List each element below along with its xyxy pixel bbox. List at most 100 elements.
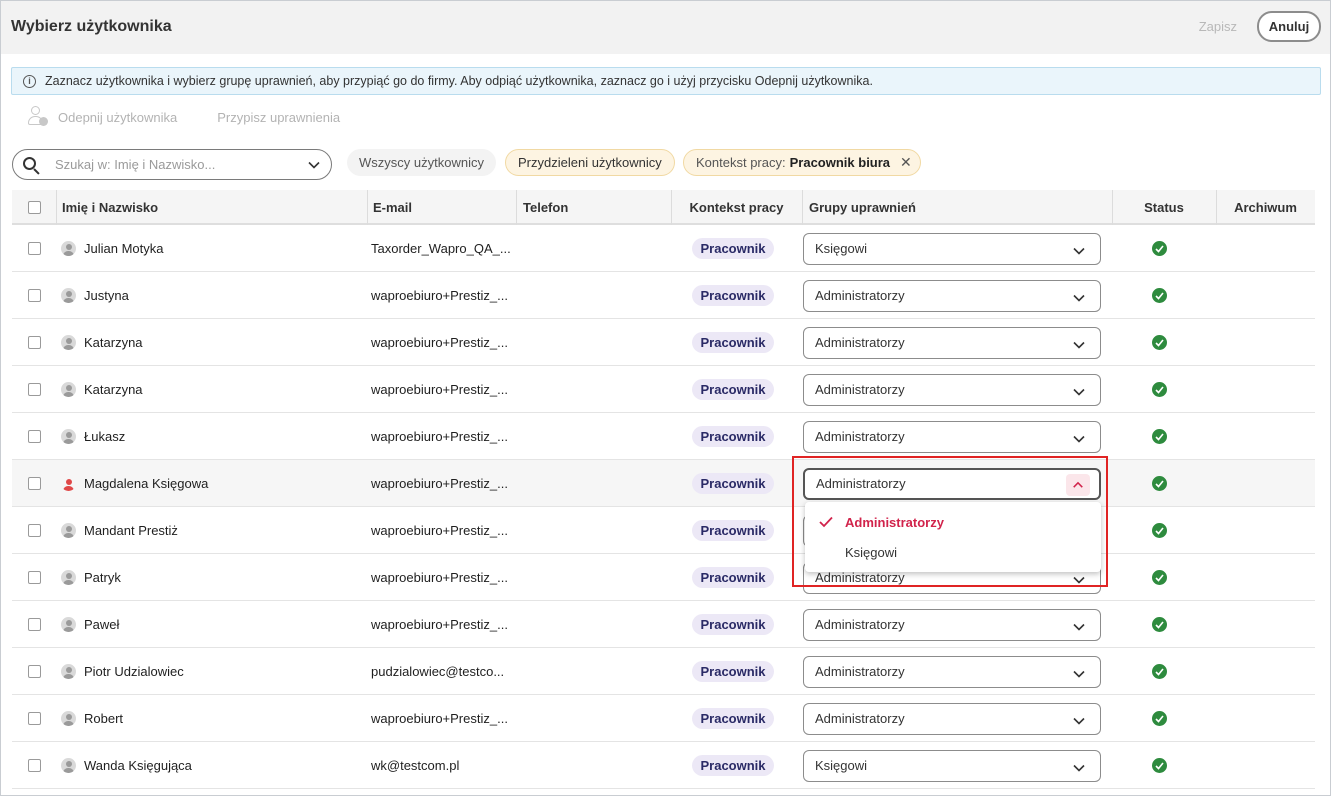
context-badge: Pracownik: [692, 379, 774, 400]
column-groups[interactable]: Grupy uprawnień: [809, 190, 916, 225]
context-badge: Pracownik: [692, 332, 774, 353]
user-name: Piotr Udzialowiec: [84, 664, 184, 679]
row-checkbox[interactable]: [28, 383, 41, 396]
column-archive[interactable]: Archiwum: [1216, 190, 1315, 225]
row-checkbox[interactable]: [28, 477, 41, 490]
table-row[interactable]: Łukasz waproebiuro+Prestiz_... Pracownik Ad…: [12, 413, 1315, 460]
cancel-button[interactable]: Anuluj: [1257, 11, 1321, 42]
status-active-icon: [1152, 429, 1167, 444]
groups-select[interactable]: Księgowi: [803, 232, 1101, 265]
groups-select[interactable]: Administratorzy: [803, 655, 1101, 688]
user-name: Katarzyna: [84, 382, 143, 397]
status-active-icon: [1152, 617, 1167, 632]
status-active-icon: [1152, 241, 1167, 256]
chevron-down-icon: [1073, 717, 1085, 725]
avatar-icon: [61, 570, 76, 585]
row-checkbox[interactable]: [28, 618, 41, 631]
unlink-user-button[interactable]: Odepnij użytkownika: [58, 110, 177, 125]
table-row[interactable]: Justyna waproebiuro+Prestiz_... Pracownik A…: [12, 272, 1315, 319]
select-all-cell: [28, 190, 41, 225]
unlink-user-icon: [28, 106, 48, 128]
context-badge: Pracownik: [692, 473, 774, 494]
row-checkbox[interactable]: [28, 665, 41, 678]
row-checkbox[interactable]: [28, 242, 41, 255]
column-email[interactable]: E-mail: [373, 190, 412, 225]
close-icon[interactable]: ✕: [900, 154, 912, 171]
status-active-icon: [1152, 664, 1167, 679]
table-row[interactable]: Paweł waproebiuro+Prestiz_... Pracownik Adm…: [12, 601, 1315, 648]
status-active-icon: [1152, 335, 1167, 350]
search-input[interactable]: [55, 157, 295, 172]
row-checkbox[interactable]: [28, 712, 41, 725]
assign-permissions-button[interactable]: Przypisz uprawnienia: [217, 110, 340, 125]
table-row[interactable]: Julian Motyka Taxorder_Wapro_QA_... Pracow…: [12, 225, 1315, 272]
column-name[interactable]: Imię i Nazwisko: [62, 190, 158, 225]
table-row[interactable]: Katarzyna waproebiuro+Prestiz_... Pracowni…: [12, 366, 1315, 413]
user-name: Wanda Księgująca: [84, 758, 192, 773]
groups-select[interactable]: Administratorzy: [803, 373, 1101, 406]
groups-select[interactable]: Administratorzy: [803, 608, 1101, 641]
user-name: Magdalena Księgowa: [84, 476, 209, 491]
table-row[interactable]: Robert waproebiuro+Prestiz_... Pracownik Ad…: [12, 695, 1315, 742]
column-status[interactable]: Status: [1112, 190, 1216, 225]
avatar-icon: [61, 382, 76, 397]
avatar-icon: [61, 241, 76, 256]
row-checkbox[interactable]: [28, 336, 41, 349]
chevron-down-icon: [1073, 294, 1085, 302]
chevron-down-icon: [1073, 670, 1085, 678]
user-email: pudzialowiec@testco...: [371, 664, 505, 679]
table-row[interactable]: Piotr Udzialowiec pudzialowiec@testco... P…: [12, 648, 1315, 695]
filter-work-context[interactable]: Kontekst pracy: Pracownik biura ✕: [683, 149, 921, 176]
groups-select-value: Administratorzy: [815, 382, 905, 397]
context-badge: Pracownik: [692, 285, 774, 306]
table-row[interactable]: Mandant Prestiż waproebiuro+Prestiz_... Pr…: [12, 507, 1315, 554]
user-email: waproebiuro+Prestiz_...: [371, 382, 508, 397]
chevron-down-icon: [1073, 435, 1085, 443]
chevron-down-icon: [1073, 623, 1085, 631]
groups-select-value: Administratorzy: [815, 617, 905, 632]
save-button[interactable]: Zapisz: [1199, 19, 1237, 34]
user-name: Patryk: [84, 570, 121, 585]
info-icon: i: [23, 74, 36, 88]
status-active-icon: [1152, 711, 1167, 726]
table-row[interactable]: Patryk waproebiuro+Prestiz_... Pracownik Ad…: [12, 554, 1315, 601]
row-checkbox[interactable]: [28, 430, 41, 443]
user-email: waproebiuro+Prestiz_...: [371, 288, 508, 303]
context-badge: Pracownik: [692, 567, 774, 588]
table-row[interactable]: Magdalena Księgowa waproebiuro+Prestiz_..…: [12, 460, 1315, 507]
avatar-icon: [61, 711, 76, 726]
info-text: Zaznacz użytkownika i wybierz grupę upra…: [45, 74, 873, 88]
table-row[interactable]: Katarzyna waproebiuro+Prestiz_... Pracowni…: [12, 319, 1315, 366]
groups-select[interactable]: Księgowi: [803, 749, 1101, 782]
row-checkbox[interactable]: [28, 524, 41, 537]
groups-select[interactable]: Administratorzy: [803, 420, 1101, 453]
user-email: waproebiuro+Prestiz_...: [371, 476, 508, 491]
row-checkbox[interactable]: [28, 759, 41, 772]
dialog-header: Wybierz użytkownika Zapisz Anuluj: [1, 1, 1330, 54]
table-row[interactable]: Wanda Księgująca wk@testcom.pl Pracownik Ks…: [12, 742, 1315, 789]
column-context[interactable]: Kontekst pracy: [671, 190, 802, 225]
user-email: Taxorder_Wapro_QA_...: [371, 241, 511, 256]
chevron-down-icon[interactable]: [307, 158, 321, 172]
status-active-icon: [1152, 382, 1167, 397]
user-email: waproebiuro+Prestiz_...: [371, 617, 508, 632]
filter-context-value: Pracownik biura: [789, 155, 891, 170]
row-checkbox[interactable]: [28, 571, 41, 584]
chevron-down-icon: [1073, 388, 1085, 396]
context-badge: Pracownik: [692, 755, 774, 776]
row-checkbox[interactable]: [28, 289, 41, 302]
search-field[interactable]: [12, 149, 332, 180]
groups-select-value: Administratorzy: [815, 711, 905, 726]
select-all-checkbox[interactable]: [28, 201, 41, 214]
groups-select[interactable]: Administratorzy: [803, 702, 1101, 735]
chevron-down-icon: [1073, 341, 1085, 349]
avatar-icon: [61, 523, 76, 538]
status-active-icon: [1152, 758, 1167, 773]
column-phone[interactable]: Telefon: [523, 190, 568, 225]
groups-select[interactable]: Administratorzy: [803, 279, 1101, 312]
groups-select[interactable]: Administratorzy: [803, 326, 1101, 359]
status-active-icon: [1152, 476, 1167, 491]
filter-assigned-users[interactable]: Przydzieleni użytkownicy: [505, 149, 675, 176]
avatar-icon: [61, 429, 76, 444]
filter-all-users[interactable]: Wszyscy użytkownicy: [347, 149, 496, 176]
